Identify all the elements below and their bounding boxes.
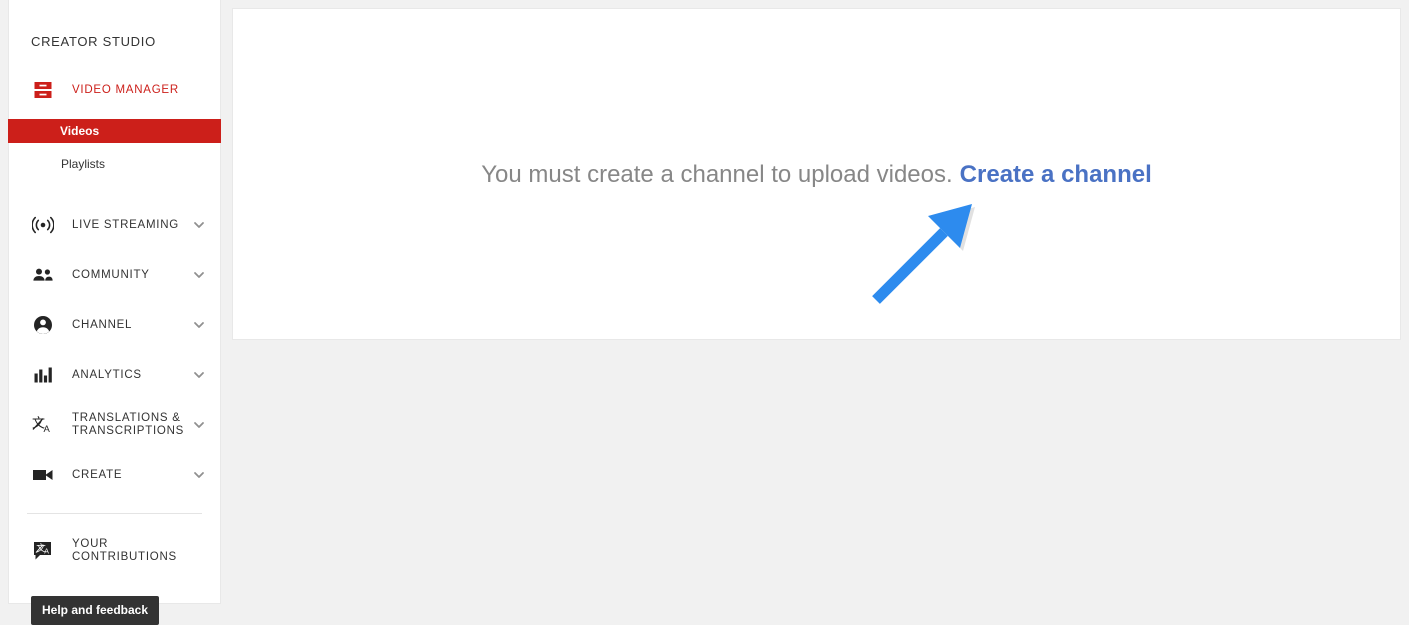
subnav-spacer xyxy=(9,176,220,200)
chevron-down-icon[interactable] xyxy=(192,318,206,332)
sidebar-item-videos[interactable]: Videos xyxy=(8,119,221,143)
empty-state-message: You must create a channel to upload vide… xyxy=(233,161,1400,189)
sidebar-item-your-contributions[interactable]: 文 A YOUR CONTRIBUTIONS xyxy=(9,526,220,576)
sidebar-item-label: CREATE xyxy=(72,468,123,481)
chevron-down-icon[interactable] xyxy=(192,268,206,282)
sidebar-item-live-streaming[interactable]: LIVE STREAMING xyxy=(9,200,220,250)
sidebar-item-translations[interactable]: 文 A TRANSLATIONS & TRANSCRIPTIONS xyxy=(9,400,220,450)
creator-studio-page: CREATOR STUDIO VIDEO MANAGER Videos Play… xyxy=(0,0,1409,625)
sidebar-item-label: COMMUNITY xyxy=(72,268,150,281)
sidebar-item-community[interactable]: COMMUNITY xyxy=(9,250,220,300)
sidebar-subitem-label: Playlists xyxy=(61,157,106,171)
chevron-down-icon[interactable] xyxy=(192,368,206,382)
chevron-down-icon[interactable] xyxy=(192,218,206,232)
sidebar-item-channel[interactable]: CHANNEL xyxy=(9,300,220,350)
sidebar-item-label: TRANSLATIONS & TRANSCRIPTIONS xyxy=(72,412,185,437)
broadcast-icon xyxy=(31,213,55,237)
sidebar: CREATOR STUDIO VIDEO MANAGER Videos Play… xyxy=(8,0,221,625)
translate-icon: 文 A xyxy=(31,413,55,437)
sidebar-item-label: YOUR CONTRIBUTIONS xyxy=(72,538,177,563)
chevron-down-icon[interactable] xyxy=(192,468,206,482)
account-circle-icon xyxy=(31,313,55,337)
sidebar-item-playlists[interactable]: Playlists xyxy=(9,152,220,176)
help-and-feedback-button[interactable]: Help and feedback xyxy=(31,596,160,625)
page-title: CREATOR STUDIO xyxy=(31,34,156,49)
video-camera-icon xyxy=(31,463,55,487)
sidebar-item-create[interactable]: CREATE xyxy=(9,450,220,500)
bar-chart-icon xyxy=(31,363,55,387)
empty-state-text: You must create a channel to upload vide… xyxy=(481,161,953,188)
video-manager-icon xyxy=(31,78,55,102)
main-content-panel: You must create a channel to upload vide… xyxy=(232,8,1401,340)
sidebar-item-video-manager[interactable]: VIDEO MANAGER xyxy=(9,65,220,115)
create-a-channel-link[interactable]: Create a channel xyxy=(960,161,1152,188)
svg-text:A: A xyxy=(44,424,51,435)
chevron-down-icon[interactable] xyxy=(192,418,206,432)
sidebar-item-label: LIVE STREAMING xyxy=(72,218,179,231)
sidebar-item-analytics[interactable]: ANALYTICS xyxy=(9,350,220,400)
people-icon xyxy=(31,263,55,287)
video-manager-subnav: Videos Playlists xyxy=(8,119,221,176)
sidebar-subitem-label: Videos xyxy=(60,124,100,138)
sidebar-item-label: ANALYTICS xyxy=(72,368,142,381)
translate-bubble-icon: 文 A xyxy=(31,539,55,563)
sidebar-item-label: VIDEO MANAGER xyxy=(72,83,179,96)
svg-text:A: A xyxy=(44,548,49,555)
sidebar-item-label: CHANNEL xyxy=(72,318,133,331)
sidebar-divider xyxy=(27,513,202,514)
